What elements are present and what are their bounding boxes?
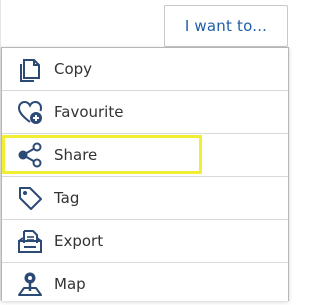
actions-dropdown-menu: Copy Favourite Share Tag Export Map (1, 47, 289, 301)
menu-item-favourite[interactable]: Favourite (2, 91, 288, 133)
i-want-to-label: I want to... (184, 17, 268, 35)
menu-item-map[interactable]: Map (2, 263, 288, 305)
export-icon (16, 227, 44, 255)
menu-item-tag[interactable]: Tag (2, 177, 288, 219)
i-want-to-button[interactable]: I want to... (164, 5, 288, 47)
copy-icon (16, 55, 44, 83)
menu-item-label: Map (54, 275, 86, 293)
menu-item-label: Tag (54, 189, 80, 207)
menu-item-export[interactable]: Export (2, 220, 288, 262)
map-pin-icon (16, 270, 44, 298)
menu-item-label: Copy (54, 60, 93, 78)
page: I want to... Copy Favourite Share Tag Ex… (0, 0, 292, 301)
menu-item-share[interactable]: Share (2, 134, 288, 176)
favourite-add-icon (16, 98, 44, 126)
menu-item-copy[interactable]: Copy (2, 48, 288, 90)
menu-item-label: Export (54, 232, 104, 250)
menu-item-label: Favourite (54, 103, 124, 121)
menu-item-label: Share (54, 146, 98, 164)
tag-icon (16, 184, 44, 212)
share-icon (16, 141, 44, 169)
